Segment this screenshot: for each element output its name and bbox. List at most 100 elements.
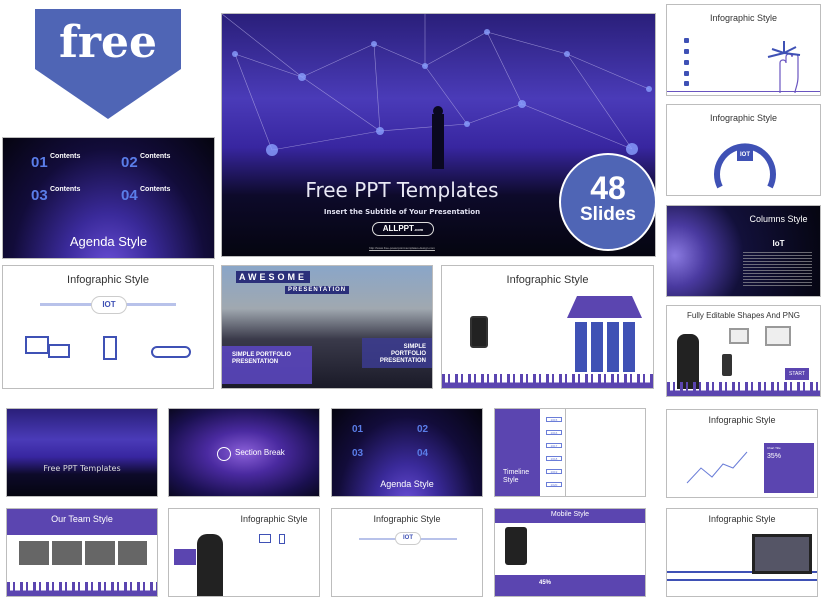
stripe-line [667,579,817,581]
slide-title: Infographic Style [708,514,776,524]
thumb-section-break[interactable]: Section Break [168,408,320,497]
thumb-infographic-person[interactable]: Infographic Style [168,508,320,597]
slide-title: Free PPT Templates [43,464,121,473]
timeline-year: 2018 [546,456,562,461]
monitor-icon [25,336,49,354]
thumb-cover[interactable]: Free PPT Templates [6,408,158,497]
stat-value: 45% [539,580,552,586]
slide-title: Agenda Style [380,479,434,489]
person-figure [197,534,223,596]
iot-chip: IOT [737,149,753,161]
hand-pointer-icon [767,41,801,94]
agenda-label: Contents [140,153,171,160]
team-photos [19,541,147,565]
slide-infographic-smart-home[interactable]: Infographic Style [441,265,654,389]
slide-count-label: Slides [580,204,636,225]
timeline-year: 2017 [546,443,562,448]
allppt-logo: ALLPPT.com [372,222,434,236]
agenda-num: 02 [417,424,429,435]
agenda-num: 01 [31,154,48,171]
logo-suffix: .com [413,227,424,232]
laptop-icon [48,344,70,358]
monitor-icon [765,326,791,346]
phone-icon [470,316,488,348]
timeline-year: 2016 [546,430,562,435]
thumb-team[interactable]: Our Team Style [6,508,158,597]
timeline-year: 2015 [546,417,562,422]
slide-title: Our Team Style [51,514,113,524]
timeline-year: 2019 [546,469,562,474]
slide-title: Section Break [235,448,285,457]
slide-title: Infographic Style [708,415,776,425]
slide-editable-shapes[interactable]: Fully Editable Shapes And PNG START [666,305,821,397]
iot-cloud: IOT [395,532,421,545]
roof-icon [567,296,642,318]
thumb-infographic-iot[interactable]: Infographic Style IOT [331,508,483,597]
list-icon [684,81,689,86]
skyline-decoration [667,382,820,396]
body-text-block [743,252,812,288]
monitor-icon [729,328,749,344]
agenda-num: 03 [31,187,48,204]
slide-title: Columns Style [749,214,808,224]
slide-title: Fully Editable Shapes And PNG [687,311,800,320]
thumb-mobile[interactable]: Mobile Style 45% [494,508,646,597]
slide-awesome-presentation[interactable]: AWESOME PRESENTATION SIMPLE PORTFOLIO PR… [221,265,433,389]
caption-right: SIMPLE PORTFOLIO PRESENTATION [362,338,432,368]
cover-url[interactable]: http://www.free-powerpoint-templates-des… [222,246,582,250]
list-icon [684,49,689,54]
stat-value: 35% [767,453,782,460]
skyline-decoration [7,582,157,596]
thumb-infographic-chart[interactable]: Infographic Style Chart Title 35% [666,409,818,498]
footer-band [495,575,645,596]
monitor-icon [752,534,812,574]
list-icon [684,38,689,43]
monitor-icon [259,534,271,543]
divider-line [667,91,820,92]
list-icon [684,71,689,76]
skyline-decoration [442,374,653,388]
free-badge: free [35,9,181,119]
slide-agenda[interactable]: 01 Contents 02 Contents 03 Contents 04 C… [2,137,215,259]
timeline-axis [565,409,566,496]
phone-icon [505,527,527,565]
person-figure [677,334,699,389]
iot-cloud: IOT [91,296,127,314]
slide-title: Infographic Style [709,113,778,123]
thumb-timeline[interactable]: Timeline Style 2015 2016 2017 2018 2019 … [494,408,646,497]
agenda-label: Contents [50,186,81,193]
agenda-label: Contents [50,153,81,160]
agenda-num: 03 [352,448,364,459]
headline-presentation: PRESENTATION [285,286,350,294]
slide-count: 48 [590,170,626,206]
thumb-agenda[interactable]: 01 02 03 04 Agenda Style [331,408,483,497]
slide-title: Timeline Style [503,469,530,484]
laptop-icon [174,549,196,565]
globe-icon [217,447,231,461]
cover-title: Free PPT Templates [305,178,499,202]
slide-title: Infographic Style [373,514,441,524]
caption-left: SIMPLE PORTFOLIO PRESENTATION [222,346,312,384]
phone-icon [722,354,732,376]
logo-text: ALLPPT [382,224,414,233]
list-icon [684,60,689,65]
slide-title: Infographic Style [240,514,308,524]
slide-infographic-hand[interactable]: Infographic Style [666,4,821,96]
robot-arm-icon [103,336,117,360]
thumb-infographic-monitor[interactable]: Infographic Style [666,508,818,597]
slide-infographic-iot[interactable]: Infographic Style IOT [2,265,214,389]
slide-columns[interactable]: Columns Style IoT [666,205,821,297]
slide-title: Mobile Style [550,511,590,518]
agenda-num: 01 [352,424,364,435]
stat-label: Chart Title [767,446,781,450]
iot-logo: IoT [772,239,785,248]
agenda-num: 02 [121,154,138,171]
agenda-num: 04 [121,187,138,204]
slide-title: Infographic Style [709,13,778,23]
phone-icon [279,534,285,544]
headline-awesome: AWESOME [236,271,311,283]
stat-panel: Chart Title 35% [764,443,814,493]
smart-home-icon-grid [575,322,635,372]
slide-infographic-gauge[interactable]: Infographic Style IOT [666,104,821,196]
conveyor-icon [151,346,191,358]
